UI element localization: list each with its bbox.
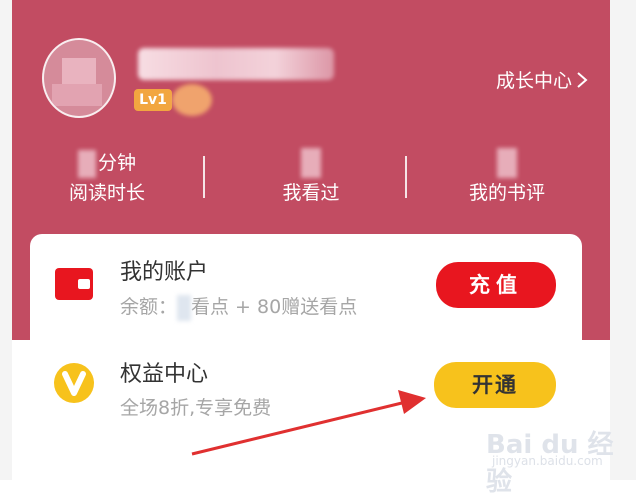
stat-unit: 分钟: [97, 152, 136, 174]
right-margin: [610, 0, 636, 480]
open-button[interactable]: 开通: [434, 362, 556, 408]
avatar[interactable]: [42, 38, 116, 118]
wallet-icon: [55, 268, 93, 300]
stat-label: 我看过: [282, 182, 340, 204]
account-balance: 余额： 看点 + 80赠送看点: [120, 292, 357, 321]
recharge-button[interactable]: 充值: [436, 262, 556, 308]
balance-suffix: 看点 + 80赠送看点: [191, 296, 358, 318]
growth-center-label: 成长中心: [495, 70, 572, 92]
username-redacted: [138, 48, 334, 80]
value-redacted: [77, 149, 96, 178]
stat-divider: [203, 156, 205, 198]
level-badge: Lv1: [134, 89, 172, 111]
value-redacted: [497, 148, 517, 178]
left-margin: [0, 0, 12, 480]
balance-redacted: [177, 294, 192, 321]
stat-divider: [405, 156, 407, 198]
stats-row: 分钟 阅读时长 我看过 我的书评: [12, 140, 610, 220]
stat-viewed[interactable]: 我看过: [216, 140, 406, 220]
account-title: 我的账户: [120, 260, 209, 285]
chevron-right-icon: [577, 71, 588, 88]
vip-v-icon: [54, 363, 94, 403]
value-redacted: [301, 148, 321, 178]
stat-label: 我的书评: [468, 182, 545, 204]
avatar-blur: [52, 84, 102, 106]
watermark-url: jingyan.baidu.com: [492, 454, 603, 468]
balance-prefix: 余额：: [120, 296, 178, 318]
stat-label: 阅读时长: [68, 182, 145, 204]
rights-title: 权益中心: [120, 362, 209, 387]
level-redacted: [172, 84, 212, 116]
stat-reviews[interactable]: 我的书评: [412, 140, 602, 220]
rights-subtitle: 全场8折,专享免费: [120, 397, 272, 419]
growth-center-link[interactable]: 成长中心: [496, 66, 588, 93]
stat-value: 分钟: [12, 148, 202, 178]
stat-reading-time[interactable]: 分钟 阅读时长: [12, 140, 202, 220]
